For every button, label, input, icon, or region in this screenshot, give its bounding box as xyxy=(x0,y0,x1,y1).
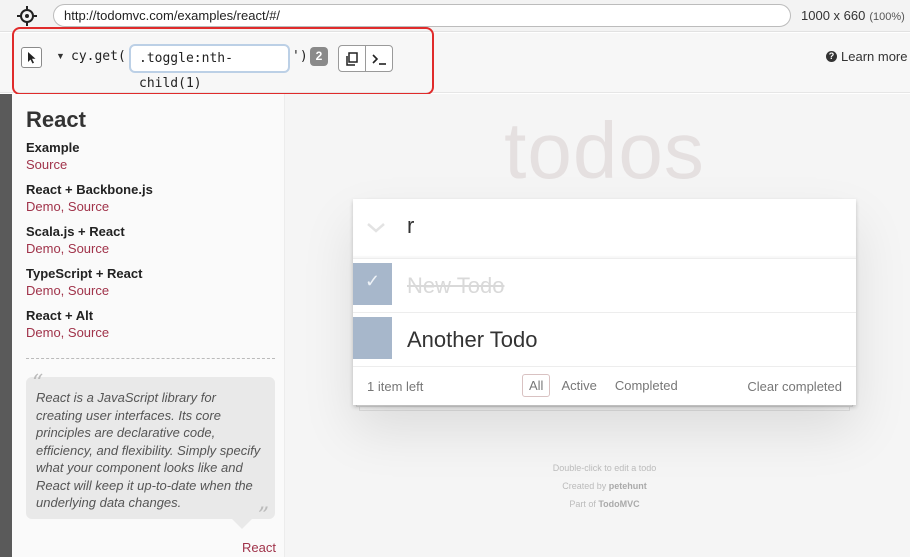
info-todomvc-link[interactable]: TodoMVC xyxy=(598,499,639,509)
sidebar-item-links[interactable]: Demo, Source xyxy=(26,199,153,214)
sidebar-title: React xyxy=(26,107,86,132)
quote-text: React is a JavaScript library for creati… xyxy=(36,390,261,510)
quote-footer-link[interactable]: React xyxy=(242,540,276,555)
todo-app: r ✓ New Todo Another Todo 1 item left Al… xyxy=(353,199,856,405)
info-author-link[interactable]: petehunt xyxy=(609,481,647,491)
viewport-size-label: 1000 x 660 xyxy=(801,8,866,23)
todo-label[interactable]: New Todo xyxy=(407,273,504,299)
learn-more-link[interactable]: ? Learn more xyxy=(826,49,907,64)
annotation-highlight xyxy=(12,27,434,95)
viewport-size: 1000 x 660 (100%) xyxy=(801,8,905,23)
info-credits-prefix: Created by xyxy=(562,481,607,491)
sidebar-item-heading: Scala.js + React xyxy=(26,224,125,239)
app-title: todos xyxy=(504,106,705,195)
check-icon: ✓ xyxy=(365,271,381,291)
new-todo-row: r xyxy=(353,199,856,259)
info-credits: Created by petehunt xyxy=(353,481,856,491)
open-quote-icon: “ xyxy=(32,371,44,396)
viewport-scale: (100%) xyxy=(869,11,905,23)
question-icon: ? xyxy=(826,51,837,62)
learn-more-label: Learn more xyxy=(841,49,908,64)
filter-completed[interactable]: Completed xyxy=(608,374,685,397)
sidebar-item-links[interactable]: Source xyxy=(26,157,79,172)
filter-all[interactable]: All xyxy=(522,374,551,397)
sidebar-item: TypeScript + React Demo, Source xyxy=(26,266,142,298)
frame-edge xyxy=(0,94,12,557)
sidebar-item-heading: React + Backbone.js xyxy=(26,182,153,197)
sidebar-quote: “ React is a JavaScript library for crea… xyxy=(26,371,275,529)
sidebar-item-heading: React + Alt xyxy=(26,308,94,323)
crosshair-icon[interactable] xyxy=(16,5,38,27)
sidebar-item: Scala.js + React Demo, Source xyxy=(26,224,125,256)
clear-completed-button[interactable]: Clear completed xyxy=(747,379,842,394)
todo-footer: 1 item left All Active Completed Clear c… xyxy=(353,367,856,405)
todo-item: ✓ New Todo xyxy=(353,259,856,313)
sidebar-item-links[interactable]: Demo, Source xyxy=(26,241,125,256)
url-input[interactable]: http://todomvc.com/examples/react/#/ xyxy=(53,4,791,27)
close-quote-icon: ” xyxy=(257,503,269,529)
todo-label[interactable]: Another Todo xyxy=(407,327,537,353)
sidebar-item: Example Source xyxy=(26,140,79,172)
items-left-count: 1 item left xyxy=(367,379,424,394)
info-edit-hint: Double-click to edit a todo xyxy=(552,463,657,473)
sidebar-item-links[interactable]: Demo, Source xyxy=(26,283,142,298)
quote-tail xyxy=(232,519,252,529)
sidebar-item: React + Alt Demo, Source xyxy=(26,308,109,340)
learn-sidebar: React Example Source React + Backbone.js… xyxy=(12,94,285,557)
sidebar-item-heading: TypeScript + React xyxy=(26,266,143,281)
todo-toggle[interactable] xyxy=(353,317,392,359)
chevron-down-icon[interactable] xyxy=(365,219,387,237)
todo-toggle[interactable]: ✓ xyxy=(353,263,392,305)
filter-list: All Active Completed xyxy=(522,374,685,397)
sidebar-divider xyxy=(26,358,275,359)
sidebar-item: React + Backbone.js Demo, Source xyxy=(26,182,153,214)
todo-item: Another Todo xyxy=(353,313,856,367)
sidebar-item-heading: Example xyxy=(26,140,80,155)
info-part-of-prefix: Part of xyxy=(569,499,596,509)
filter-active[interactable]: Active xyxy=(554,374,603,397)
new-todo-input[interactable]: r xyxy=(407,213,414,239)
sidebar-item-links[interactable]: Demo, Source xyxy=(26,325,109,340)
info-part-of: Part of TodoMVC xyxy=(353,499,856,509)
